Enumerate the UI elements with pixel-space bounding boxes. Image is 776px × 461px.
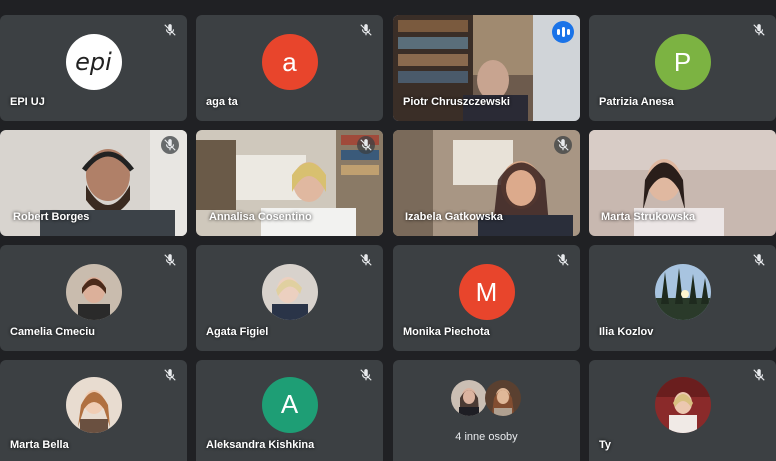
participant-name: Patrizia Anesa: [599, 96, 674, 108]
participant-tile[interactable]: epi EPI UJ: [0, 15, 187, 121]
avatar: [261, 264, 318, 320]
participant-name: Aleksandra Kishkina: [206, 439, 315, 451]
mic-off-icon: [161, 21, 179, 39]
avatar: [654, 264, 711, 320]
avatar: epi: [65, 34, 122, 90]
participant-name: Izabela Gatkowska: [405, 211, 503, 223]
participant-name: Marta Bella: [10, 439, 69, 451]
participant-name: Piotr Chruszczewski: [403, 96, 510, 108]
participant-name: EPI UJ: [10, 96, 45, 108]
mic-off-icon: [357, 366, 375, 384]
participant-grid: epi EPI UJ a aga ta Piotr Chruszczewski …: [0, 0, 776, 461]
avatar: [654, 376, 711, 433]
participant-tile[interactable]: Marta Bella: [0, 360, 187, 461]
participant-name: aga ta: [206, 96, 238, 108]
participant-tile-speaking[interactable]: Piotr Chruszczewski: [393, 15, 580, 121]
participant-name: Annalisa Cosentino: [209, 211, 312, 223]
participant-tile[interactable]: a aga ta: [196, 15, 383, 121]
participant-name: Robert Borges: [13, 211, 90, 223]
avatar: M: [458, 264, 515, 320]
self-tile[interactable]: Ty: [589, 360, 776, 461]
avatar: P: [654, 34, 711, 90]
participant-tile[interactable]: Agata Figiel: [196, 245, 383, 351]
avatar: [65, 376, 122, 433]
participant-tile[interactable]: M Monika Piechota: [393, 245, 580, 351]
mic-off-icon: [161, 136, 179, 154]
participant-tile[interactable]: Marta Strukowska: [589, 130, 776, 236]
avatar: [65, 264, 122, 320]
participant-name: Ty: [599, 439, 612, 451]
mic-off-icon: [750, 251, 768, 269]
avatar: [485, 380, 521, 416]
speaking-indicator-icon: [552, 21, 574, 43]
participant-name: Monika Piechota: [403, 326, 490, 338]
participant-tile[interactable]: Izabela Gatkowska: [393, 130, 580, 236]
participant-name: Marta Strukowska: [601, 211, 696, 223]
participant-tile[interactable]: P Patrizia Anesa: [589, 15, 776, 121]
participant-name: Agata Figiel: [206, 326, 269, 338]
avatar: A: [261, 376, 318, 433]
participant-tile[interactable]: Robert Borges: [0, 130, 187, 236]
participant-tile[interactable]: A Aleksandra Kishkina: [196, 360, 383, 461]
mic-off-icon: [357, 251, 375, 269]
avatar: [451, 380, 487, 416]
mic-off-icon: [554, 251, 572, 269]
mic-off-icon: [161, 366, 179, 384]
participant-name: Camelia Cmeciu: [10, 326, 95, 338]
mic-off-icon: [357, 136, 375, 154]
mic-off-icon: [750, 21, 768, 39]
participant-tile[interactable]: Camelia Cmeciu: [0, 245, 187, 351]
participant-name: Ilia Kozlov: [599, 326, 654, 338]
others-tile[interactable]: 4 inne osoby: [393, 360, 580, 461]
participant-tile[interactable]: Annalisa Cosentino: [196, 130, 383, 236]
others-count-label: 4 inne osoby: [455, 431, 518, 443]
mic-off-icon: [161, 251, 179, 269]
mic-off-icon: [357, 21, 375, 39]
participant-tile[interactable]: Ilia Kozlov: [589, 245, 776, 351]
mic-off-icon: [750, 366, 768, 384]
mic-off-icon: [554, 136, 572, 154]
avatar: a: [261, 34, 318, 90]
